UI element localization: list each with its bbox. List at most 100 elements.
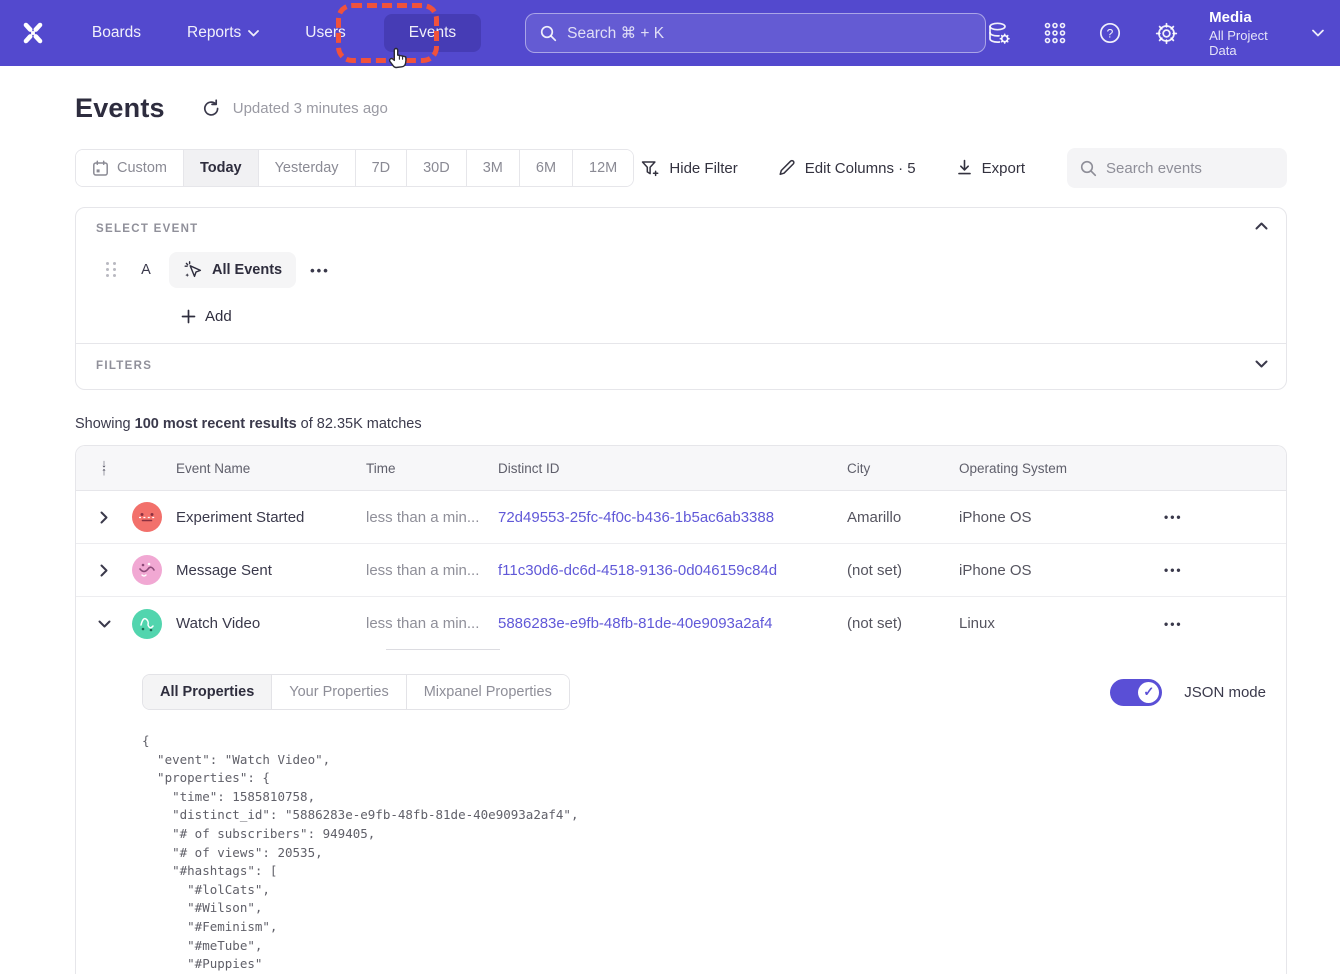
mixpanel-logo[interactable] [16,16,50,50]
date-range-12m-label: 12M [589,160,617,176]
calendar-icon [92,160,109,177]
event-name: Experiment Started [176,509,366,526]
tab-all-properties[interactable]: All Properties [143,675,272,709]
tab-your-properties-label: Your Properties [289,684,388,700]
expand-row-button[interactable] [76,564,132,577]
date-range-custom-label: Custom [117,160,167,176]
row-overflow-button[interactable]: ••• [1136,510,1286,524]
nav-item-reports-label: Reports [187,24,241,42]
row-overflow-button[interactable]: ••• [1136,617,1286,631]
column-header-event-name[interactable]: Event Name [176,461,366,476]
nav-item-reports[interactable]: Reports [173,14,273,52]
nav-item-users[interactable]: Users [291,14,359,52]
date-range-3m-label: 3M [483,160,503,176]
event-more-button[interactable]: ••• [310,263,330,278]
global-search-input[interactable]: Search ⌘ + K [525,13,985,53]
column-header-distinct-id[interactable]: Distinct ID [498,461,847,476]
chevron-up-icon [1255,222,1268,230]
collapse-row-button[interactable] [76,620,132,628]
export-button[interactable]: Export [956,159,1025,177]
filters-label: FILTERS [96,360,1266,372]
add-event-button[interactable]: Add [181,308,1266,325]
expand-filters-button[interactable] [1255,360,1268,368]
sort-order-icon[interactable]: ↓↑ [76,460,132,476]
search-events-input[interactable]: Search events [1067,148,1287,188]
download-icon [956,159,973,177]
table-row[interactable]: Experiment Started less than a min... 72… [76,491,1286,544]
event-time: less than a min... [366,615,498,632]
top-nav: Boards Reports Users Events Search ⌘ + K [0,0,1340,66]
filter-funnel-icon [641,160,660,177]
tab-your-properties[interactable]: Your Properties [272,675,406,709]
date-range-custom[interactable]: Custom [76,150,184,186]
drag-handle[interactable] [106,262,117,278]
tab-mixpanel-properties-label: Mixpanel Properties [424,684,552,700]
select-event-section: SELECT EVENT A All Even [76,208,1286,343]
date-range-6m[interactable]: 6M [520,150,573,186]
distinct-id-link[interactable]: 5886283e-e9fb-48fb-81de-40e9093a2af4 [498,615,847,632]
event-selector-label: All Events [212,262,282,278]
date-range-12m[interactable]: 12M [573,150,633,186]
help-icon[interactable]: ? [1097,20,1123,46]
project-selector[interactable]: Media All Project Data [1209,8,1324,58]
hide-filter-label: Hide Filter [669,160,737,177]
column-header-time[interactable]: Time [366,461,498,476]
date-range-today-label: Today [200,160,242,176]
svg-text:?: ? [1107,26,1114,40]
table-row[interactable]: Message Sent less than a min... f11c30d6… [76,544,1286,597]
search-icon [1080,160,1097,177]
data-management-icon[interactable] [986,20,1012,46]
event-name: Message Sent [176,562,366,579]
refresh-icon [202,99,221,118]
chevron-down-icon [98,620,111,628]
project-name: Media [1209,8,1298,28]
chevron-down-icon [1312,29,1324,37]
nav-right-cluster: ? Media All Project Data [986,8,1340,58]
event-avatar [132,502,162,532]
chevron-right-icon [100,564,108,577]
event-city: Amarillo [847,509,959,526]
event-detail-panel: All Properties Your Properties Mixpanel … [76,650,1286,974]
export-label: Export [982,160,1025,177]
date-range-7d[interactable]: 7D [356,150,408,186]
table-header-row: ↓↑ Event Name Time Distinct ID City Oper… [76,446,1286,491]
date-range-3m[interactable]: 3M [467,150,520,186]
settings-gear-icon[interactable] [1153,20,1179,46]
chevron-right-icon [100,511,108,524]
search-events-placeholder: Search events [1106,160,1202,177]
edit-columns-label: Edit Columns · 5 [805,160,916,177]
apps-grid-icon[interactable] [1042,20,1068,46]
tab-all-properties-label: All Properties [160,684,254,700]
distinct-id-link[interactable]: f11c30d6-dc6d-4518-9136-0d046159c84d [498,562,847,579]
refresh-button[interactable] [202,99,221,118]
distinct-id-link[interactable]: 72d49553-25fc-4f0c-b436-1b5ac6ab3388 [498,509,847,526]
date-range-yesterday[interactable]: Yesterday [259,150,356,186]
select-event-label: SELECT EVENT [96,223,1266,235]
json-mode-toggle[interactable]: ✓ [1110,679,1162,706]
column-header-city[interactable]: City [847,461,959,476]
event-city: (not set) [847,615,959,632]
date-range-today[interactable]: Today [184,150,259,186]
chevron-down-icon [1255,360,1268,368]
table-row-expanded[interactable]: Watch Video less than a min... 5886283e-… [76,597,1286,650]
nav-item-events[interactable]: Events [384,14,481,52]
time-cell-underline [386,649,500,650]
date-range-30d[interactable]: 30D [407,150,467,186]
filters-section[interactable]: FILTERS [76,343,1286,389]
row-overflow-button[interactable]: ••• [1136,563,1286,577]
add-event-label: Add [205,308,232,325]
expand-row-button[interactable] [76,511,132,524]
chevron-down-icon [248,30,259,37]
events-page: Events Updated 3 minutes ago Custom [0,93,1340,974]
tab-mixpanel-properties[interactable]: Mixpanel Properties [407,675,569,709]
updated-status: Updated 3 minutes ago [233,100,388,117]
edit-columns-button[interactable]: Edit Columns · 5 [778,159,916,177]
event-selector-button[interactable]: All Events [169,252,296,288]
date-range-6m-label: 6M [536,160,556,176]
properties-tabs: All Properties Your Properties Mixpanel … [142,674,570,710]
column-header-os[interactable]: Operating System [959,461,1136,476]
collapse-section-button[interactable] [1255,222,1268,230]
date-range-30d-label: 30D [423,160,450,176]
hide-filter-button[interactable]: Hide Filter [641,160,737,177]
nav-item-boards[interactable]: Boards [78,14,155,52]
